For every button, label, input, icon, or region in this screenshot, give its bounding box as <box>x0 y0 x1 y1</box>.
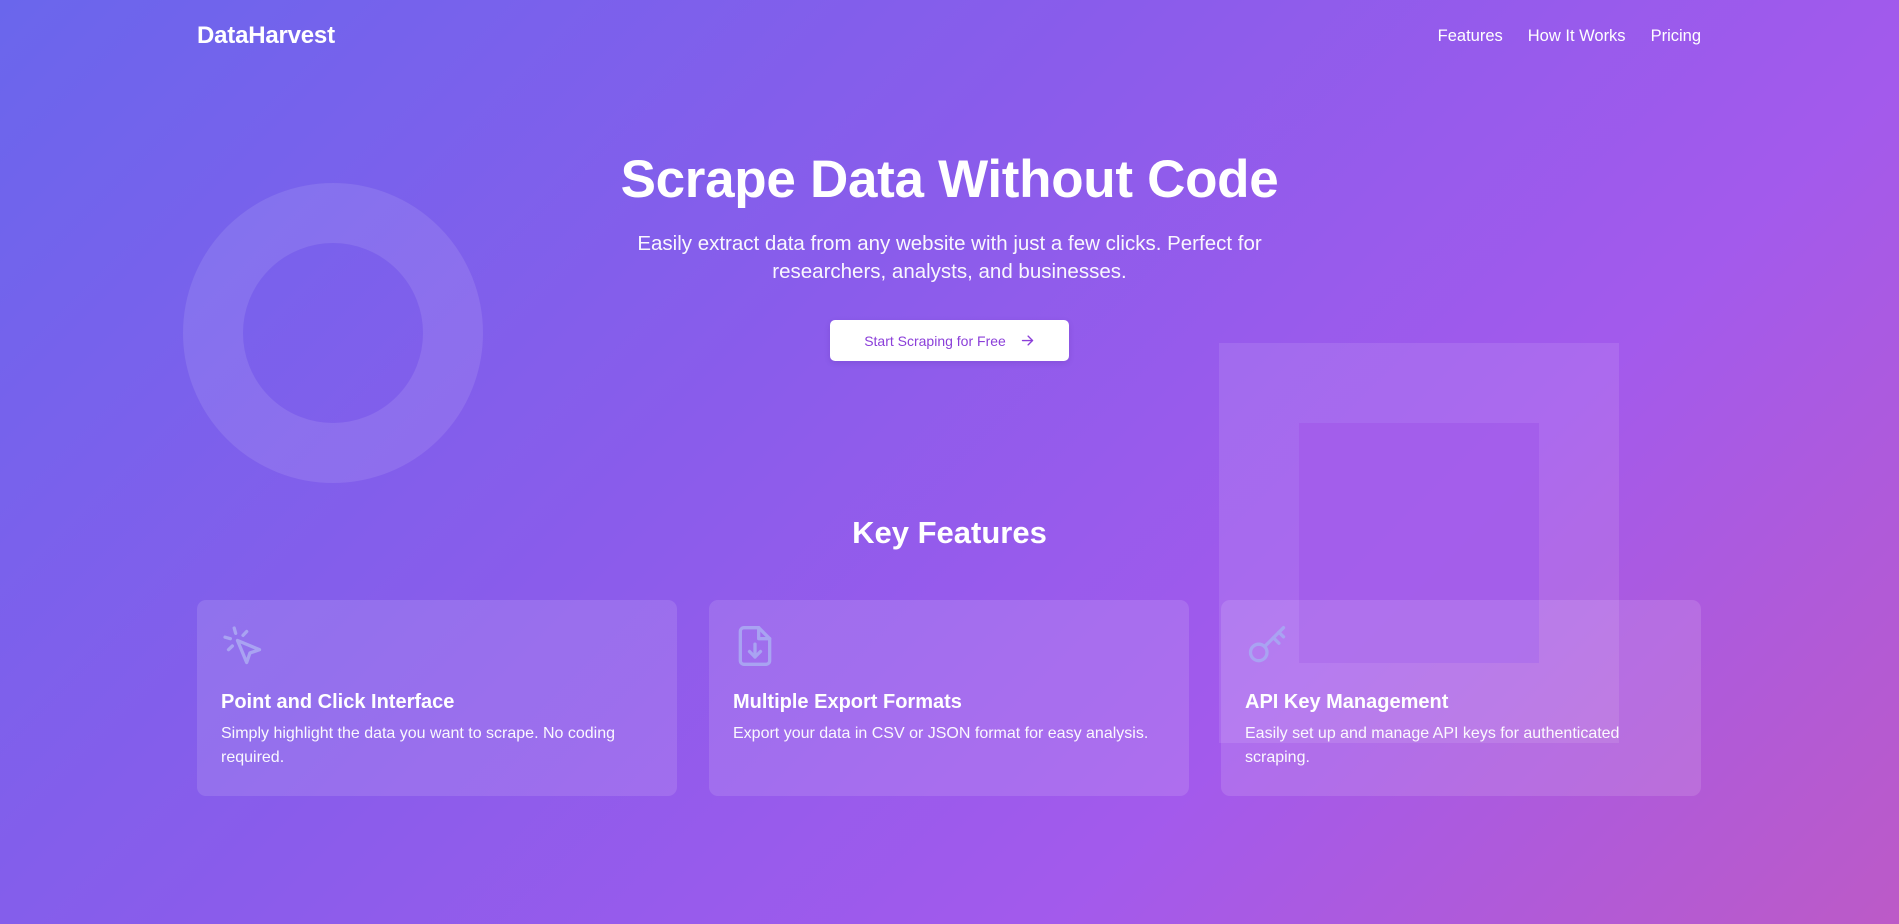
features-heading: Key Features <box>852 515 1047 550</box>
feature-card: API Key Management Easily set up and man… <box>1221 600 1701 796</box>
hero-title: Scrape Data Without Code <box>620 150 1279 209</box>
feature-description: Export your data in CSV or JSON format f… <box>733 725 1149 742</box>
feature-title: Multiple Export Formats <box>733 691 962 713</box>
feature-title: API Key Management <box>1245 691 1449 713</box>
arrow-right-icon <box>1021 335 1033 346</box>
hero-section: Scrape Data Without Code Easily extract … <box>0 148 1899 361</box>
start-scraping-button-label: Start Scraping for Free <box>864 332 1006 349</box>
feature-card: Multiple Export Formats Export your data… <box>709 600 1189 796</box>
hero-subtitle: Easily extract data from any website wit… <box>637 232 1262 283</box>
feature-description: Simply highlight the data you want to sc… <box>221 725 616 766</box>
nav-link-how-it-works[interactable]: How It Works <box>1528 27 1626 46</box>
top-navigation: DataHarvest Features How It Works Pricin… <box>197 0 1701 72</box>
file-download-icon <box>733 624 777 668</box>
nav-link-features[interactable]: Features <box>1438 27 1503 46</box>
brand-logo[interactable]: DataHarvest <box>197 22 335 50</box>
key-icon <box>1245 624 1289 668</box>
features-grid: Point and Click Interface Simply highlig… <box>197 600 1701 796</box>
nav-link-pricing[interactable]: Pricing <box>1651 27 1701 46</box>
nav-links: Features How It Works Pricing <box>1438 27 1701 46</box>
feature-description: Easily set up and manage API keys for au… <box>1245 725 1620 766</box>
start-scraping-button[interactable]: Start Scraping for Free <box>830 320 1069 361</box>
feature-title: Point and Click Interface <box>221 691 455 713</box>
pointer-click-icon <box>221 624 265 668</box>
feature-card: Point and Click Interface Simply highlig… <box>197 600 677 796</box>
